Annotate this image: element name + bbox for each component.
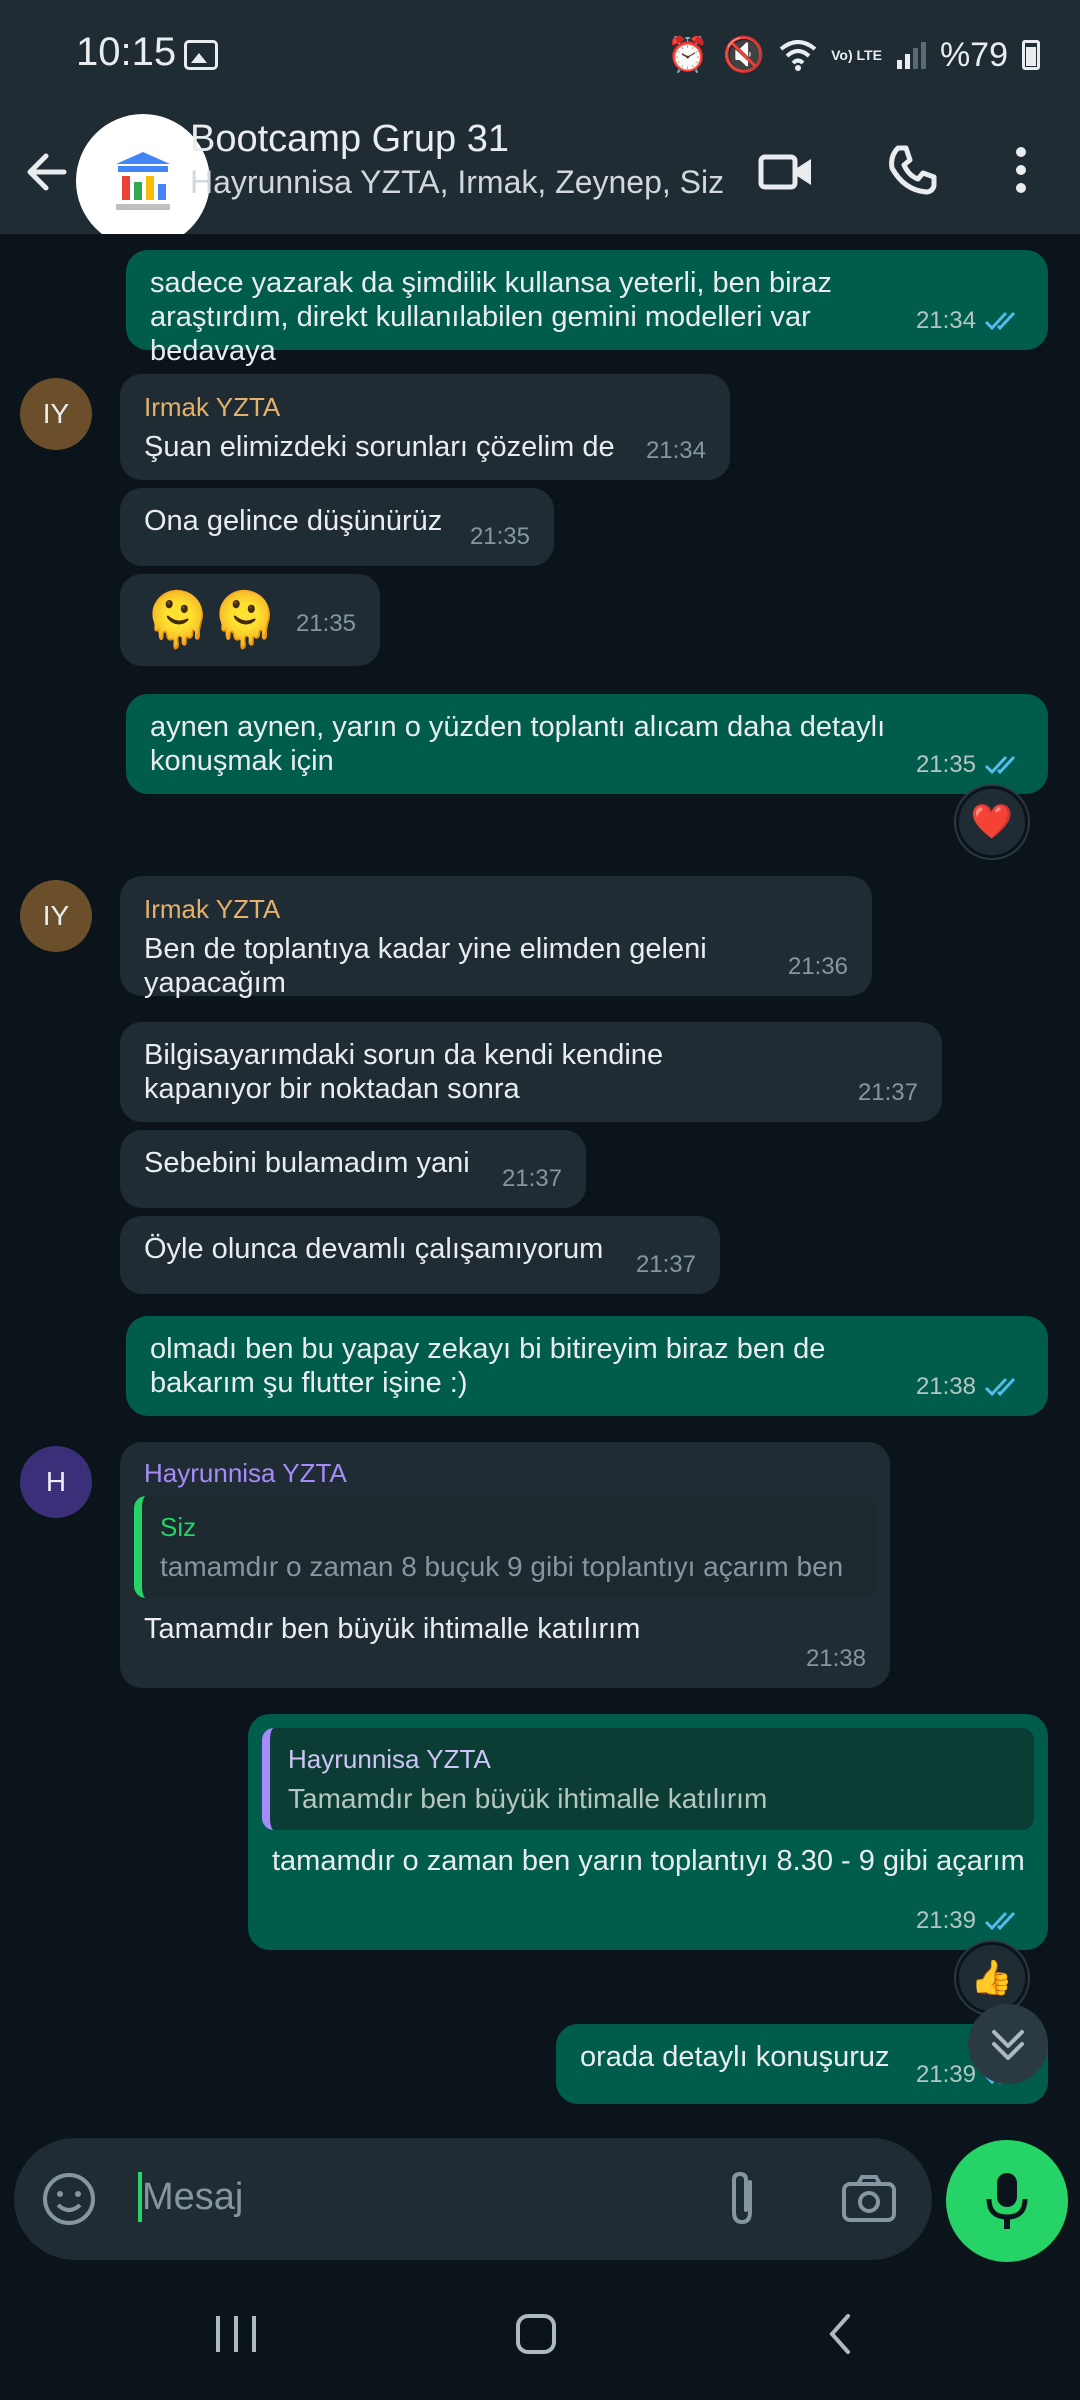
message-text: tamamdır o zaman ben yarın toplantıyı 8.…: [272, 1845, 1025, 1877]
message-meta: 21:35: [916, 748, 1024, 782]
network-type: Vo) LTE: [831, 46, 882, 63]
message-time: 21:34: [915, 307, 976, 334]
message-text: olmadı ben bu yapay zekayı bi bitireyim …: [150, 1333, 826, 1399]
message-incoming[interactable]: Sebebini bulamadım yani 21:37: [120, 1130, 586, 1208]
sticker-icon[interactable]: [40, 2170, 98, 2228]
quoted-message[interactable]: Siz tamamdır o zaman 8 buçuk 9 gibi topl…: [134, 1496, 876, 1598]
message-time: 21:37: [501, 1165, 562, 1192]
message-meta: 21:38: [916, 1370, 1024, 1404]
status-icons: ⏰ 🔇 Vo) LTE %79: [666, 30, 1040, 80]
message-text: Sebebini bulamadım yani: [144, 1147, 470, 1179]
message-input[interactable]: Mesaj: [142, 2176, 243, 2219]
message-incoming[interactable]: Hayrunnisa YZTA Siz tamamdır o zaman 8 b…: [120, 1442, 890, 1688]
mic-button[interactable]: [946, 2140, 1068, 2262]
message-text: Ona gelince düşünürüz: [144, 505, 443, 537]
message-incoming[interactable]: Irmak YZTA Şuan elimizdeki sorunları çöz…: [120, 374, 730, 480]
message-incoming[interactable]: Irmak YZTA Ben de toplantıya kadar yine …: [120, 876, 872, 999]
message-time: 21:38: [805, 1645, 866, 1672]
video-call-icon[interactable]: [756, 142, 816, 202]
message-text: Bilgisayarımdaki sorun da kendi kendine …: [144, 1039, 664, 1105]
quoted-message[interactable]: Hayrunnisa YZTA Tamamdır ben büyük ihtim…: [262, 1728, 1034, 1830]
message-text: aynen aynen, yarın o yüzden toplantı alı…: [150, 711, 886, 777]
sender-name: Irmak YZTA: [144, 894, 281, 924]
message-meta: 21:39: [916, 1904, 1024, 1938]
message-text: sadece yazarak da şimdilik kullansa yete…: [150, 267, 832, 367]
message-time: 21:35: [295, 610, 356, 637]
sender-name: Irmak YZTA: [144, 392, 281, 422]
read-ticks-icon: [984, 755, 1016, 775]
message-time: 21:39: [915, 1907, 976, 1934]
message-time: 21:35: [915, 751, 976, 778]
message-time: 21:36: [787, 953, 848, 980]
status-bar: 10:15 ⏰ 🔇 Vo) LTE %79: [0, 0, 1080, 112]
message-text: orada detaylı konuşuruz: [580, 2041, 890, 2073]
message-text: Öyle olunca devamlı çalışamıyorum: [144, 1233, 604, 1265]
chat-participants[interactable]: Hayrunnisa YZTA, Irmak, Zeynep, Siz: [190, 164, 724, 201]
message-text: Şuan elimizdeki sorunları çözelim de: [144, 431, 615, 463]
message-text: Tamamdır ben büyük ihtimalle katılırım: [144, 1613, 641, 1645]
more-vert-icon[interactable]: [1006, 140, 1036, 200]
sender-name: Hayrunnisa YZTA: [144, 1458, 347, 1488]
read-ticks-icon: [984, 1377, 1016, 1397]
quoted-sender: Siz: [160, 1512, 197, 1542]
nav-back-icon[interactable]: [820, 2310, 860, 2360]
battery-icon: [1022, 40, 1040, 70]
battery-percentage: %79: [939, 35, 1008, 74]
message-list[interactable]: sadece yazarak da şimdilik kullansa yete…: [0, 234, 1080, 2134]
message-time: 21:39: [915, 2061, 976, 2088]
message-outgoing[interactable]: olmadı ben bu yapay zekayı bi bitireyim …: [126, 1316, 1048, 1416]
avatar[interactable]: IY: [20, 880, 92, 952]
message-incoming[interactable]: Bilgisayarımdaki sorun da kendi kendine …: [120, 1022, 942, 1122]
alarm-icon: ⏰: [666, 36, 709, 74]
message-incoming[interactable]: Ona gelince düşünürüz 21:35: [120, 488, 554, 566]
message-time: 21:35: [469, 523, 530, 550]
message-outgoing[interactable]: Hayrunnisa YZTA Tamamdır ben büyük ihtim…: [248, 1714, 1048, 1950]
mute-icon: 🔇: [722, 36, 766, 74]
chat-title[interactable]: Bootcamp Grup 31: [190, 118, 509, 161]
signal-icon: [896, 42, 926, 69]
quoted-sender: Hayrunnisa YZTA: [288, 1744, 491, 1774]
message-time: 21:37: [857, 1079, 918, 1106]
reaction-heart[interactable]: ❤️: [956, 786, 1028, 858]
message-time: 21:38: [915, 1373, 976, 1400]
avatar[interactable]: H: [20, 1446, 92, 1518]
scroll-down-icon: [992, 2030, 1024, 2060]
back-arrow-icon[interactable]: [18, 142, 78, 202]
message-time: 21:34: [645, 437, 706, 464]
gallery-icon: [184, 40, 218, 70]
message-text: Ben de toplantıya kadar yine elimden gel…: [144, 933, 707, 999]
avatar[interactable]: IY: [20, 378, 92, 450]
attach-icon[interactable]: [720, 2168, 764, 2228]
status-time: 10:15: [76, 30, 177, 74]
scroll-down-button[interactable]: [968, 2004, 1048, 2084]
wifi-icon: [779, 40, 817, 71]
mic-icon: [986, 2173, 1028, 2229]
message-incoming[interactable]: Öyle olunca devamlı çalışamıyorum 21:37: [120, 1216, 720, 1294]
read-ticks-icon: [984, 1911, 1016, 1931]
quoted-text: Tamamdır ben büyük ihtimalle katılırım: [288, 1783, 768, 1814]
quoted-text: tamamdır o zaman 8 buçuk 9 gibi toplantı…: [160, 1551, 844, 1582]
phone-icon[interactable]: [882, 140, 942, 200]
message-incoming[interactable]: 🫠🫠 21:35: [120, 574, 380, 666]
message-meta: 21:34: [916, 304, 1024, 338]
read-ticks-icon: [984, 311, 1016, 331]
system-nav-bar: [0, 2270, 1080, 2400]
message-outgoing[interactable]: sadece yazarak da şimdilik kullansa yete…: [126, 250, 1048, 367]
message-outgoing[interactable]: aynen aynen, yarın o yüzden toplantı alı…: [126, 694, 1048, 794]
message-time: 21:37: [635, 1251, 696, 1278]
camera-icon[interactable]: [840, 2170, 898, 2228]
message-emoji: 🫠🫠: [144, 590, 279, 650]
message-input-bar: Mesaj: [14, 2138, 932, 2260]
recent-apps-icon[interactable]: [206, 2310, 266, 2360]
home-icon[interactable]: [512, 2310, 562, 2360]
